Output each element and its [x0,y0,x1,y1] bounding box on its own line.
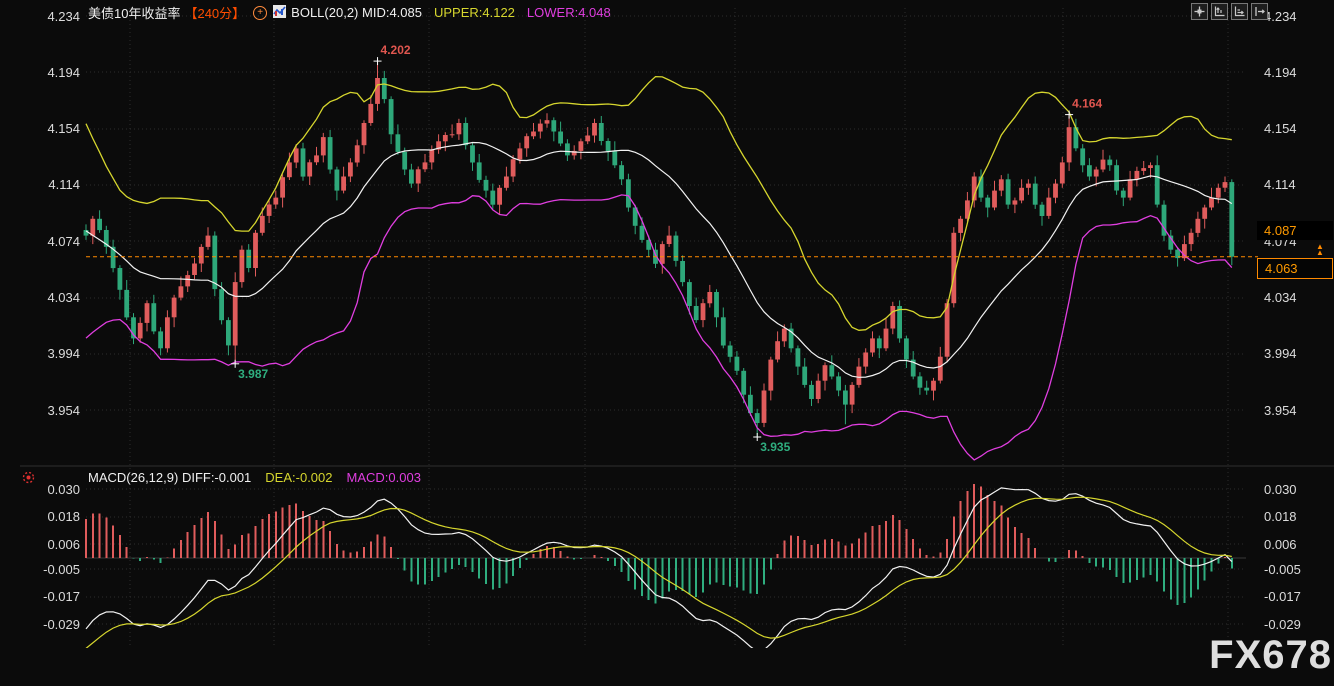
fit-y-axis-icon[interactable] [1211,3,1228,20]
svg-text:4.154: 4.154 [47,121,80,136]
current-price-tag: 4.063 [1257,258,1333,279]
macd-pane-toggle-icon[interactable] [22,471,35,489]
svg-text:3.935: 3.935 [760,440,790,454]
svg-text:0.018: 0.018 [47,509,80,524]
svg-text:0.030: 0.030 [1264,482,1297,497]
boll-upper-value: UPPER:4.122 [434,5,515,20]
scroll-to-latest-icon[interactable]: ▲▲ [1316,244,1324,256]
chart-canvas[interactable]: 4.202 4.164 3.987 3.935 4.234 4.234 4.194 4.194… [0,0,1334,686]
svg-text:4.114: 4.114 [1264,177,1296,192]
macd-label-and-diff: MACD(26,12,9) DIFF:-0.001 [88,470,251,485]
svg-text:-0.017: -0.017 [43,589,80,604]
svg-text:4.194: 4.194 [47,65,80,80]
zoom-plus-icon[interactable]: + [253,6,267,20]
svg-text:4.234: 4.234 [47,9,80,24]
svg-text:-0.005: -0.005 [43,562,80,577]
pan-move-icon[interactable] [1191,3,1208,20]
svg-text:-0.029: -0.029 [1264,617,1301,632]
instrument-header: 美债10年收益率【240分】 + BOLL(20,2) MID:4.085 UPPER… [88,3,611,19]
svg-text:4.194: 4.194 [1264,65,1297,80]
macd-indicator-header: MACD(26,12,9) DIFF:-0.001 DEA:-0.002 MACD:… [88,470,421,485]
svg-text:3.954: 3.954 [1264,403,1297,418]
indicator-chart-icon[interactable] [273,5,286,21]
chart-window-controls [1191,3,1268,20]
svg-text:3.954: 3.954 [47,403,80,418]
svg-text:4.114: 4.114 [48,177,80,192]
svg-text:3.994: 3.994 [1264,346,1297,361]
svg-text:4.154: 4.154 [1264,121,1297,136]
svg-text:0.006: 0.006 [47,537,80,552]
svg-text:-0.005: -0.005 [1264,562,1301,577]
svg-text:4.034: 4.034 [1264,290,1297,305]
macd-value: MACD:0.003 [347,470,421,485]
exit-right-icon[interactable] [1251,3,1268,20]
svg-text:0.030: 0.030 [47,482,80,497]
svg-text:4.074: 4.074 [47,234,80,249]
svg-text:0.018: 0.018 [1264,509,1297,524]
boll-indicator-label: BOLL(20,2) MID:4.085 [291,4,422,19]
last-close-price-tag: 4.087 [1257,221,1333,240]
svg-text:3.987: 3.987 [238,367,268,381]
boll-lower-value: LOWER:4.048 [527,5,611,20]
instrument-title: 美债10年收益率 [88,6,180,21]
fit-x-axis-icon[interactable] [1231,3,1248,20]
period-tag: 【240分】 [184,6,245,21]
svg-text:4.034: 4.034 [47,290,80,305]
macd-dea-value: DEA:-0.002 [265,470,332,485]
watermark: FX678 [1209,633,1332,678]
svg-text:3.994: 3.994 [47,346,80,361]
svg-text:4.202: 4.202 [381,43,411,57]
chart-application-window: 4.202 4.164 3.987 3.935 4.234 4.234 4.194 4.194… [0,0,1334,686]
svg-text:4.234: 4.234 [1264,9,1297,24]
svg-text:-0.017: -0.017 [1264,589,1301,604]
svg-text:0.006: 0.006 [1264,537,1297,552]
svg-text:-0.029: -0.029 [43,617,80,632]
svg-text:4.164: 4.164 [1072,97,1102,111]
